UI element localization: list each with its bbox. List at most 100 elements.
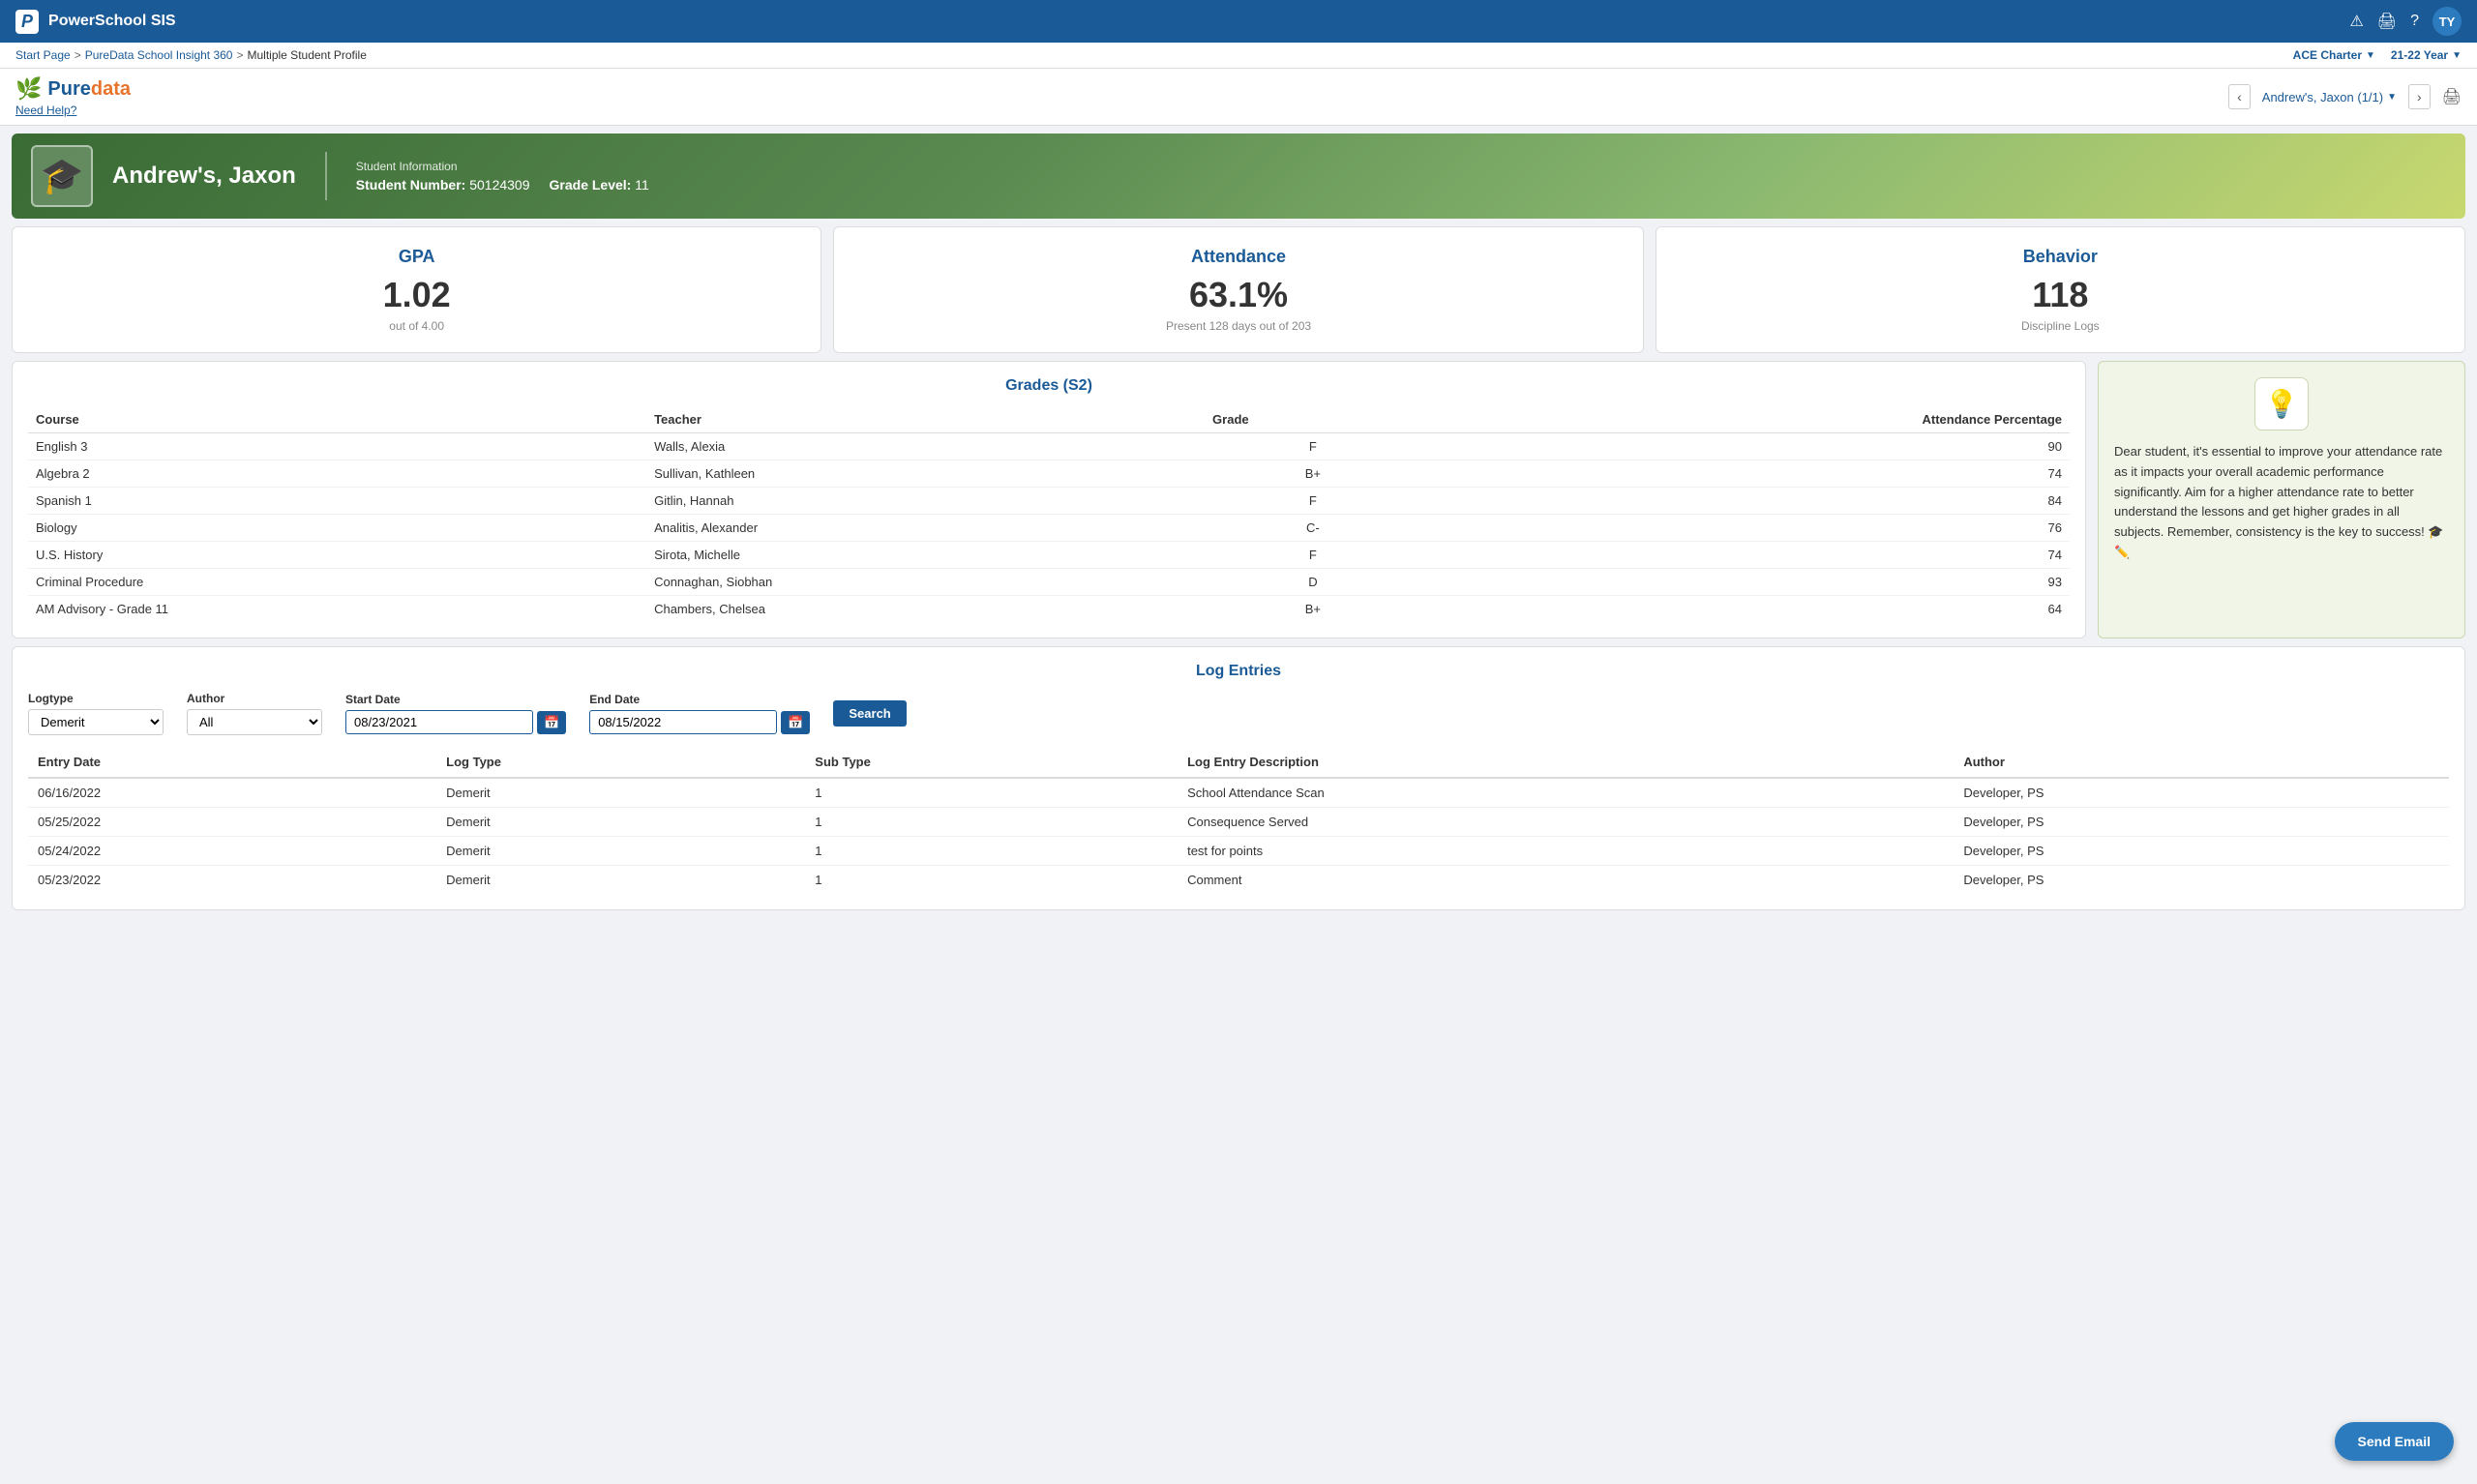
- start-date-input[interactable]: [345, 710, 533, 734]
- start-date-group: 📅: [345, 710, 566, 734]
- grade-cell: C-: [1205, 515, 1421, 542]
- logtype-select[interactable]: Demerit Merit All: [28, 709, 164, 735]
- top-navigation: P PowerSchool SIS ⚠ 🖨 ? TY: [0, 0, 2477, 43]
- puredata-logo: 🌿 Puredata Need Help?: [15, 76, 131, 117]
- table-row: Biology Analitis, Alexander C- 76: [28, 515, 2070, 542]
- logo-letter: P: [21, 12, 33, 32]
- table-row: Algebra 2 Sullivan, Kathleen B+ 74: [28, 460, 2070, 488]
- sub-type-cell: 1: [805, 837, 1178, 866]
- banner-divider: [325, 152, 327, 200]
- grades-header-row: Course Teacher Grade Attendance Percenta…: [28, 406, 2070, 433]
- help-icon[interactable]: ?: [2410, 13, 2419, 30]
- student-grade-label: Grade Level: 11: [550, 177, 649, 193]
- year-selector[interactable]: 21-22 Year ▼: [2391, 48, 2462, 62]
- col-grade: Grade: [1205, 406, 1421, 433]
- attendance-title: Attendance: [853, 247, 1623, 267]
- print-page-icon[interactable]: 🖨: [2442, 87, 2462, 106]
- grade-cell: F: [1205, 488, 1421, 515]
- log-type-cell: Demerit: [436, 837, 805, 866]
- teacher-cell: Walls, Alexia: [646, 433, 1205, 460]
- end-date-calendar-button[interactable]: 📅: [781, 711, 810, 734]
- behavior-title: Behavior: [1676, 247, 2445, 267]
- student-selector-chevron-icon: ▼: [2387, 92, 2397, 103]
- log-title: Log Entries: [28, 663, 2449, 680]
- sub-type-cell: 1: [805, 866, 1178, 895]
- app-title: PowerSchool SIS: [48, 13, 176, 30]
- prev-student-button[interactable]: ‹: [2228, 84, 2251, 109]
- list-item: 05/24/2022 Demerit 1 test for points Dev…: [28, 837, 2449, 866]
- end-date-filter: End Date 📅: [589, 693, 810, 734]
- end-date-input[interactable]: [589, 710, 777, 734]
- breadcrumb-start[interactable]: Start Page: [15, 48, 71, 62]
- teacher-cell: Sullivan, Kathleen: [646, 460, 1205, 488]
- student-nav-controls: ‹ Andrew's, Jaxon (1/1) ▼ › 🖨: [2228, 84, 2462, 109]
- student-info: Student Information Student Number: 5012…: [356, 160, 649, 193]
- course-cell: U.S. History: [28, 542, 646, 569]
- description-cell: Consequence Served: [1178, 808, 1954, 837]
- attendance-value: 63.1%: [853, 275, 1623, 315]
- col-teacher: Teacher: [646, 406, 1205, 433]
- log-header-row: Entry Date Log Type Sub Type Log Entry D…: [28, 747, 2449, 778]
- log-col-description: Log Entry Description: [1178, 747, 1954, 778]
- entry-date-cell: 05/25/2022: [28, 808, 436, 837]
- author-select[interactable]: All Developer, PS: [187, 709, 322, 735]
- student-selector[interactable]: Andrew's, Jaxon (1/1) ▼: [2262, 90, 2397, 104]
- print-nav-icon[interactable]: 🖨: [2377, 12, 2397, 31]
- school-name: ACE Charter: [2293, 48, 2362, 62]
- start-date-filter: Start Date 📅: [345, 693, 566, 734]
- attendance-pct-cell: 84: [1421, 488, 2070, 515]
- table-row: English 3 Walls, Alexia F 90: [28, 433, 2070, 460]
- start-date-calendar-button[interactable]: 📅: [537, 711, 566, 734]
- log-type-cell: Demerit: [436, 808, 805, 837]
- grades-title: Grades (S2): [28, 377, 2070, 395]
- student-info-label: Student Information: [356, 160, 649, 173]
- alert-icon[interactable]: ⚠: [2349, 12, 2363, 31]
- school-chevron-icon: ▼: [2366, 50, 2375, 61]
- col-course: Course: [28, 406, 646, 433]
- log-col-subtype: Sub Type: [805, 747, 1178, 778]
- lightbulb-icon: 💡: [2265, 388, 2299, 420]
- attendance-card: Attendance 63.1% Present 128 days out of…: [833, 226, 1643, 353]
- behavior-sub: Discipline Logs: [1676, 319, 2445, 333]
- user-avatar[interactable]: TY: [2432, 7, 2462, 36]
- search-button[interactable]: Search: [833, 700, 906, 727]
- entry-date-cell: 05/23/2022: [28, 866, 436, 895]
- course-cell: English 3: [28, 433, 646, 460]
- log-section: Log Entries Logtype Demerit Merit All Au…: [12, 646, 2465, 910]
- list-item: 05/25/2022 Demerit 1 Consequence Served …: [28, 808, 2449, 837]
- description-cell: test for points: [1178, 837, 1954, 866]
- need-help-link[interactable]: Need Help?: [15, 104, 131, 117]
- author-cell: Developer, PS: [1954, 808, 2449, 837]
- attendance-pct-cell: 76: [1421, 515, 2070, 542]
- next-student-button[interactable]: ›: [2408, 84, 2431, 109]
- description-cell: School Attendance Scan: [1178, 778, 1954, 808]
- list-item: 05/23/2022 Demerit 1 Comment Developer, …: [28, 866, 2449, 895]
- send-email-button[interactable]: Send Email: [2335, 1422, 2454, 1461]
- logtype-label: Logtype: [28, 692, 164, 705]
- log-col-author: Author: [1954, 747, 2449, 778]
- insight-panel: 💡 Dear student, it's essential to improv…: [2098, 361, 2465, 638]
- course-cell: Biology: [28, 515, 646, 542]
- grades-section: Grades (S2) Course Teacher Grade Attenda…: [12, 361, 2086, 638]
- author-cell: Developer, PS: [1954, 866, 2449, 895]
- teacher-cell: Analitis, Alexander: [646, 515, 1205, 542]
- sub-type-cell: 1: [805, 808, 1178, 837]
- attendance-sub: Present 128 days out of 203: [853, 319, 1623, 333]
- sub-type-cell: 1: [805, 778, 1178, 808]
- school-selector[interactable]: ACE Charter ▼: [2293, 48, 2375, 62]
- behavior-card: Behavior 118 Discipline Logs: [1656, 226, 2465, 353]
- gpa-sub: out of 4.00: [32, 319, 801, 333]
- grade-cell: B+: [1205, 460, 1421, 488]
- top-nav-left: P PowerSchool SIS: [15, 10, 176, 34]
- grades-table: Course Teacher Grade Attendance Percenta…: [28, 406, 2070, 622]
- author-filter: Author All Developer, PS: [187, 692, 322, 735]
- table-row: AM Advisory - Grade 11 Chambers, Chelsea…: [28, 596, 2070, 623]
- log-col-type: Log Type: [436, 747, 805, 778]
- start-date-label: Start Date: [345, 693, 566, 706]
- attendance-pct-cell: 93: [1421, 569, 2070, 596]
- insight-icon-box: 💡: [2254, 377, 2310, 430]
- breadcrumb-puredata[interactable]: PureData School Insight 360: [85, 48, 233, 62]
- breadcrumb-sep1: >: [75, 48, 81, 62]
- author-cell: Developer, PS: [1954, 837, 2449, 866]
- student-selector-label: Andrew's, Jaxon (1/1): [2262, 90, 2383, 104]
